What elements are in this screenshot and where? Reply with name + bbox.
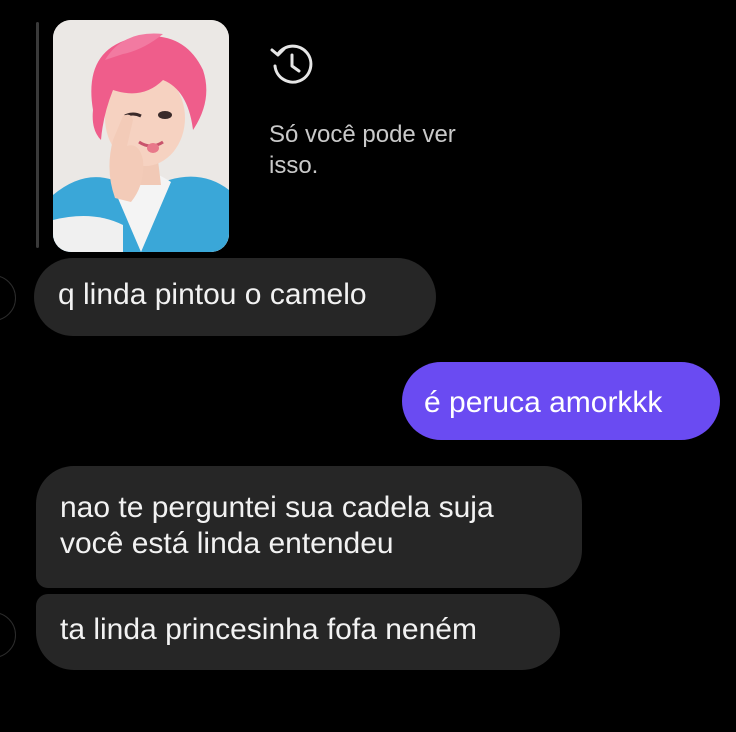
- sender-avatar-edge: [0, 275, 16, 321]
- message-bubble-incoming[interactable]: q linda pintou o camelo: [34, 258, 436, 336]
- reply-indicator-bar: [36, 22, 39, 248]
- photo-image: [53, 20, 229, 252]
- sender-avatar-edge: [0, 612, 16, 658]
- message-bubble-incoming[interactable]: ta linda princesinha fofa neném: [36, 594, 560, 670]
- vanish-mode-notice: Só você pode ver isso.: [269, 121, 456, 179]
- message-bubble-outgoing[interactable]: é peruca amorkkk: [402, 362, 720, 440]
- history-clock-icon: [270, 44, 313, 84]
- shared-photo[interactable]: [53, 20, 229, 252]
- message-bubble-incoming[interactable]: nao te perguntei sua cadela suja você es…: [36, 466, 582, 588]
